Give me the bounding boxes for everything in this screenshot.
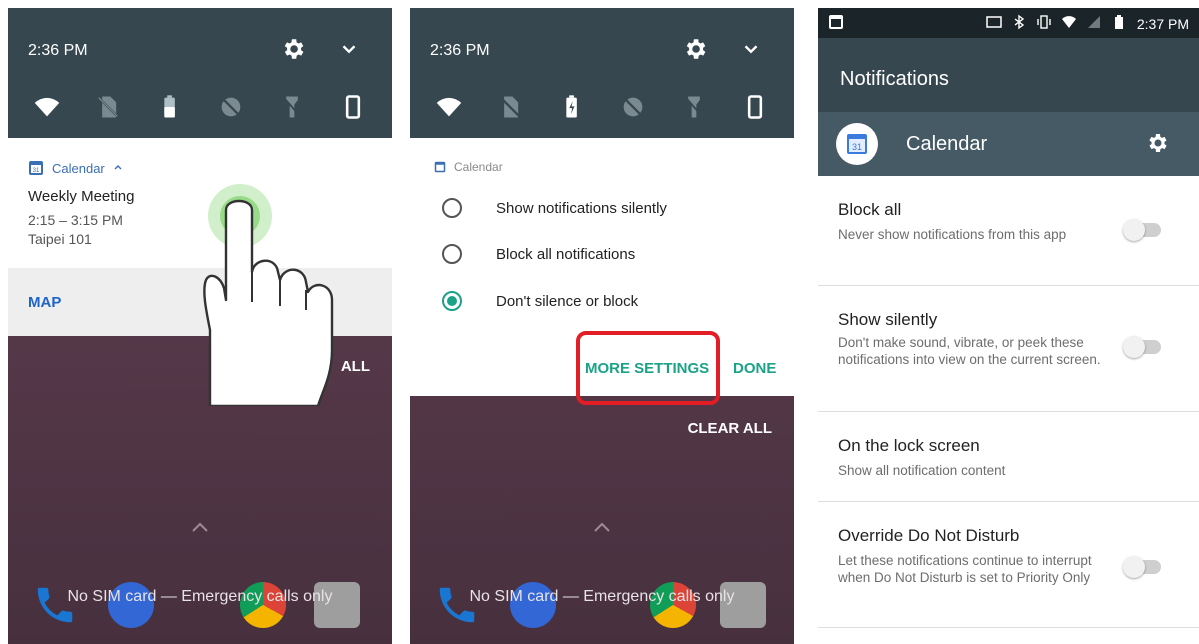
svg-text:31: 31 [852,142,862,152]
setting-title: Show silently [838,310,938,329]
setting-show-silently[interactable]: Show silently Don't make sound, vibrate,… [818,286,1199,412]
notification-title: Weekly Meeting [28,188,135,205]
notification-time: 2:15 – 3:15 PM [28,212,123,228]
do-not-disturb-icon[interactable] [619,93,647,121]
option-label: Don't silence or block [496,292,639,310]
chevron-up-icon[interactable] [592,520,612,534]
vibrate-icon [1037,15,1051,29]
no-sim-icon[interactable] [94,93,122,121]
notification-app-name: Calendar [454,160,503,174]
radio-dont-silence[interactable] [442,291,462,311]
done-button[interactable]: DONE [733,360,776,377]
override-dnd-toggle[interactable] [1123,556,1161,578]
radio-show-silently[interactable] [442,198,462,218]
setting-title: Block all [838,200,902,219]
phone-screen-notification: 2:36 PM 31 Calendar Weekly Meeting 2:15 … [8,8,392,644]
radio-block-all[interactable] [442,244,462,264]
flashlight-icon[interactable] [680,93,708,121]
screen-rotation-icon[interactable] [339,93,367,121]
quick-settings-panel: 2:36 PM [8,8,392,138]
option-label: Show notifications silently [496,199,667,217]
flashlight-icon[interactable] [278,93,306,121]
show-silently-toggle[interactable] [1123,336,1161,358]
option-label: Block all notifications [496,245,636,263]
chevron-down-icon[interactable] [338,38,360,60]
setting-description: Don't make sound, vibrate, or peek these… [838,335,1101,367]
setting-block-all[interactable]: Block all Never show notifications from … [818,176,1199,286]
highlight-annotation [576,331,720,405]
quick-settings-panel: 2:36 PM [410,8,794,138]
settings-gear-icon[interactable] [280,36,306,62]
quick-tiles-row [8,90,392,124]
battery-icon[interactable] [155,93,183,121]
app-header: 31 Calendar [818,112,1199,176]
chevron-down-icon[interactable] [740,38,762,60]
notification-app-row: 31 Calendar [28,160,123,176]
touch-gesture-hand-icon [203,184,334,406]
phone-screen-notification-options: 2:36 PM Calendar Show notifications sile… [410,8,794,644]
notification-app-name: Calendar [52,160,105,176]
app-dock [8,576,392,636]
setting-title: Override Do Not Disturb [838,526,1020,545]
app-bar: Notifications 31 Calendar [818,38,1199,176]
setting-description: Let these notifications continue to inte… [838,553,1092,585]
page-title: Notifications [840,68,949,90]
cast-icon [986,16,1002,28]
setting-lock-screen[interactable]: On the lock screen Show all notification… [818,412,1199,502]
chevron-up-small-icon [114,165,122,170]
wifi-icon[interactable] [435,93,463,121]
no-signal-icon [1088,16,1100,28]
calendar-app-icon [434,161,446,173]
map-action-button[interactable]: MAP [28,294,61,311]
wifi-icon [1062,16,1076,28]
do-not-disturb-icon[interactable] [217,93,245,121]
quick-tiles-row [410,90,794,124]
phone-screen-app-notification-settings: 2:37 PM Notifications 31 Calendar Block … [818,8,1199,644]
calendar-app-icon: 31 [836,123,878,165]
option-dont-silence[interactable]: Don't silence or block [442,291,638,311]
setting-description: Show all notification content [838,463,1006,478]
notification-location: Taipei 101 [28,231,92,247]
svg-text:31: 31 [33,168,40,174]
wifi-icon[interactable] [33,93,61,121]
status-time: 2:37 PM [1136,16,1189,32]
app-name: Calendar [906,133,988,155]
notification-app-row: Calendar [434,160,503,174]
app-settings-gear-icon[interactable] [1145,131,1169,155]
setting-description: Never show notifications from this app [838,227,1067,242]
calendar-status-icon [829,15,843,29]
settings-gear-icon[interactable] [682,36,708,62]
app-dock [410,576,794,636]
no-sim-icon[interactable] [496,93,524,121]
status-time: 2:36 PM [28,42,88,59]
option-block-all[interactable]: Block all notifications [442,244,635,264]
setting-title: On the lock screen [838,436,980,455]
sim-status-text: No SIM card — Emergency calls only [469,588,735,605]
block-all-toggle[interactable] [1123,219,1161,241]
status-icons [986,14,1127,30]
bluetooth-icon [1014,14,1025,30]
sim-status-text: No SIM card — Emergency calls only [67,588,333,605]
option-show-silently[interactable]: Show notifications silently [442,198,667,218]
screen-rotation-icon[interactable] [741,93,769,121]
status-bar: 2:37 PM [818,8,1199,38]
setting-override-dnd[interactable]: Override Do Not Disturb Let these notifi… [818,502,1199,628]
chevron-up-icon[interactable] [190,520,210,534]
battery-icon [1115,15,1123,29]
calendar-app-icon: 31 [29,161,43,175]
battery-charging-icon[interactable] [557,93,585,121]
status-time: 2:36 PM [430,42,490,59]
clear-all-button[interactable]: CLEAR ALL [688,420,772,437]
